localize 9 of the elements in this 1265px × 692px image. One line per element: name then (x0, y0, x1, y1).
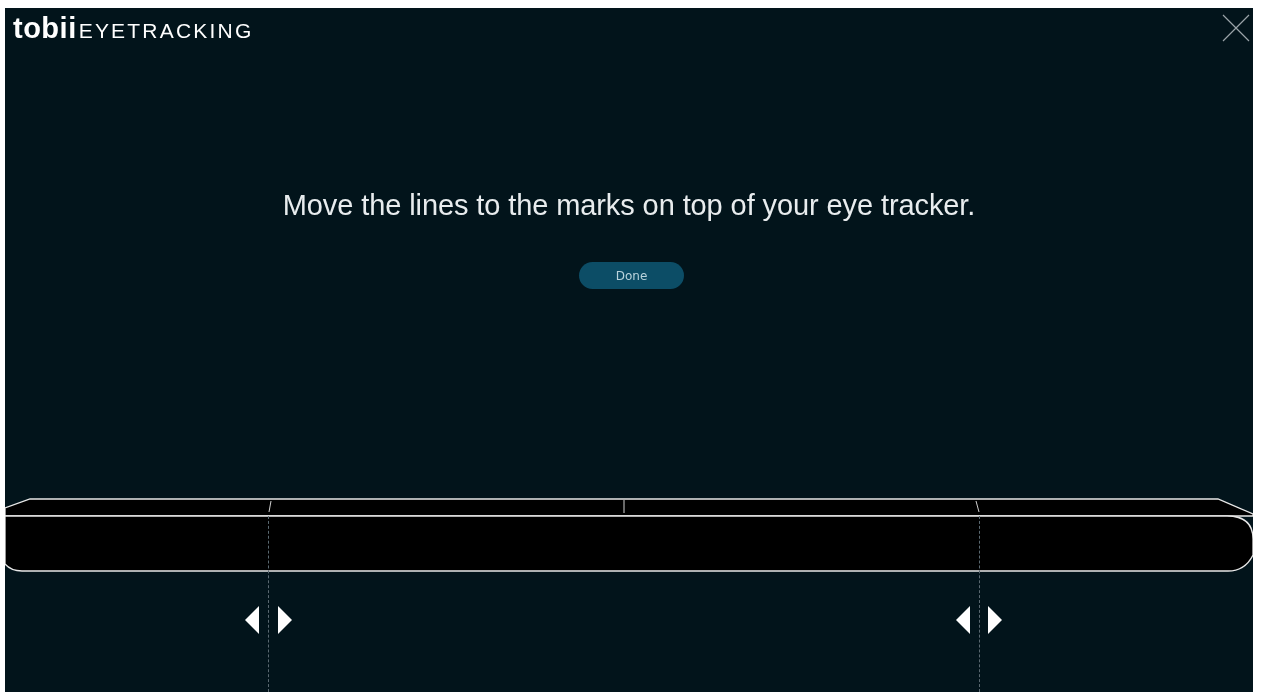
close-icon[interactable] (1222, 14, 1250, 42)
instruction-text: Move the lines to the marks on top of your eye tracker. (281, 189, 977, 222)
left-arrow-icon[interactable] (956, 606, 970, 634)
brand-logo: tobii (13, 12, 77, 45)
done-button[interactable]: Done (579, 262, 684, 289)
right-arrow-icon[interactable] (278, 606, 292, 634)
left-arrow-icon[interactable] (245, 606, 259, 634)
product-name: EYETRACKING (78, 19, 254, 43)
right-arrow-icon[interactable] (988, 606, 1002, 634)
